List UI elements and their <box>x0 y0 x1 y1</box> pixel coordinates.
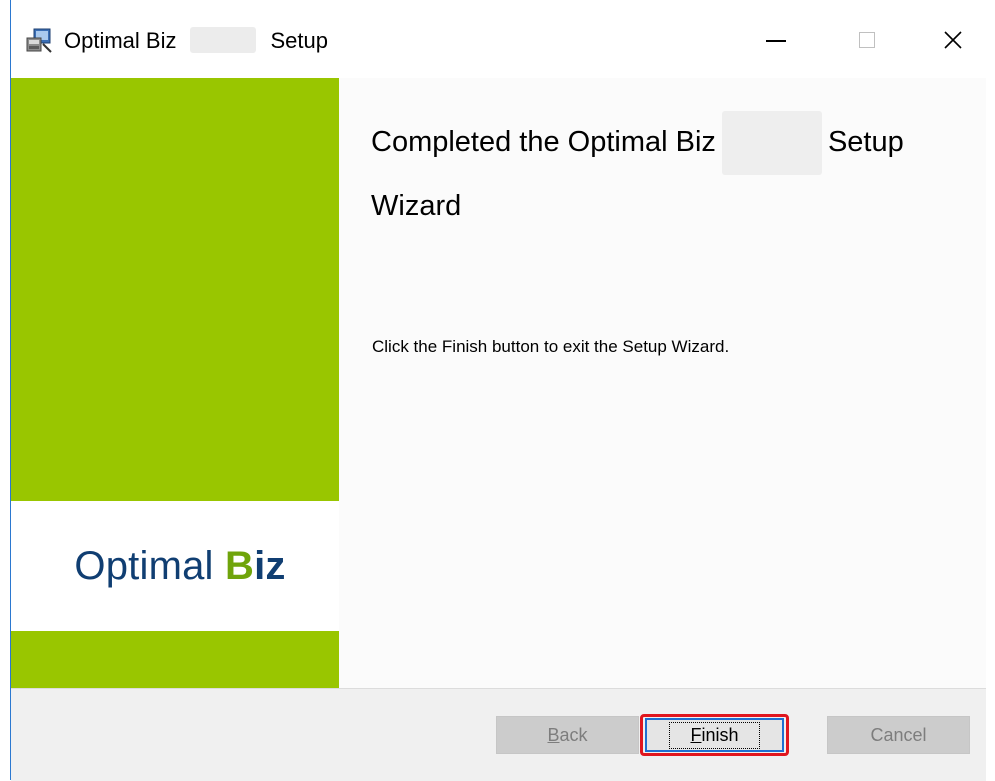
wizard-content: Optimal Biz Completed the Optimal Biz Set… <box>11 78 986 688</box>
finish-description: Click the Finish button to exit the Setu… <box>372 337 730 356</box>
back-mnemonic: B <box>547 724 560 745</box>
optimal-biz-logo: Optimal Biz <box>74 544 285 589</box>
close-icon <box>944 31 962 49</box>
minimize-button[interactable] <box>746 18 806 62</box>
heading-line2: Wizard <box>371 190 462 222</box>
redacted-region <box>721 111 822 175</box>
side-banner: Optimal Biz <box>11 78 339 688</box>
cancel-button[interactable]: Cancel <box>827 716 970 754</box>
window-title: Optimal Biz Setup <box>64 27 328 54</box>
heading-prefix: Completed the Optimal Biz <box>371 126 716 158</box>
minimize-icon <box>766 40 786 42</box>
redacted-region <box>190 27 257 53</box>
setup-window: Optimal Biz Setup Optimal Biz Completed t… <box>10 0 995 781</box>
logo-panel: Optimal Biz <box>11 501 339 631</box>
back-label: ack <box>559 724 588 745</box>
back-button[interactable]: Back <box>496 716 639 754</box>
installer-app-icon <box>26 28 52 53</box>
heading-suffix: Setup <box>827 126 904 158</box>
finish-label: inish <box>701 724 739 745</box>
button-bar: Back Finish Cancel <box>11 688 986 781</box>
finish-button[interactable]: Finish <box>645 718 784 752</box>
maximize-button[interactable] <box>837 18 897 62</box>
logo-letter-b: B <box>224 543 255 588</box>
title-bar: Optimal Biz Setup <box>11 0 986 78</box>
focus-rectangle: Finish <box>669 721 760 749</box>
window-title-suffix: Setup <box>270 28 328 53</box>
finish-mnemonic: F <box>690 724 702 745</box>
logo-letters-iz: iz <box>254 543 286 588</box>
maximize-icon <box>859 32 875 48</box>
close-button[interactable] <box>923 18 983 62</box>
logo-word-optimal: Optimal <box>74 543 214 588</box>
page-title: Completed the Optimal Biz Setup Wizard <box>371 111 971 225</box>
window-title-prefix: Optimal Biz <box>64 28 177 53</box>
